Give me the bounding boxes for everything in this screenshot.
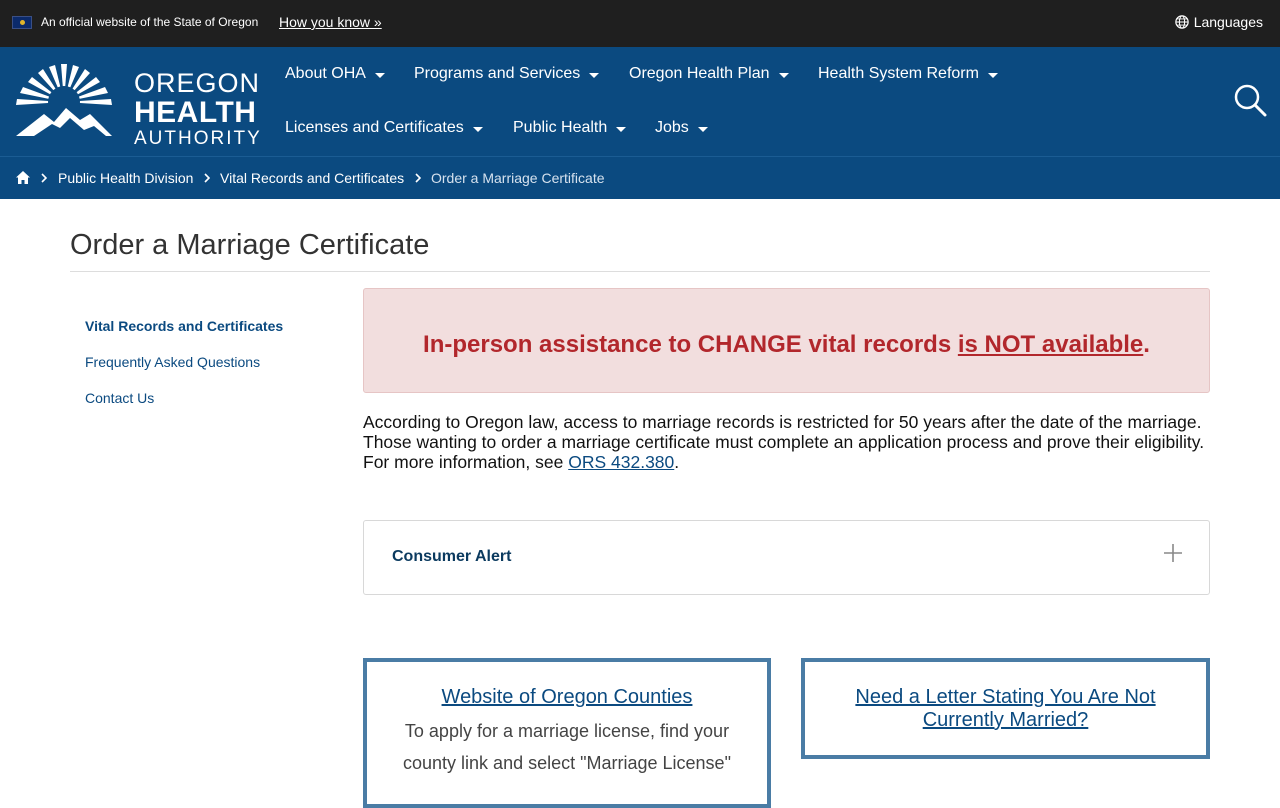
- nav-label: Programs and Services: [414, 65, 581, 82]
- consumer-alert-accordion[interactable]: Consumer Alert: [363, 520, 1210, 595]
- caret-down-icon: [616, 126, 627, 132]
- page-title: Order a Marriage Certificate: [70, 229, 430, 261]
- sidebar-item-faq[interactable]: Frequently Asked Questions: [85, 354, 260, 370]
- breadcrumb-public-health-division[interactable]: Public Health Division: [58, 170, 193, 186]
- chevron-right-icon: [415, 173, 421, 183]
- nav-label: Public Health: [513, 119, 608, 136]
- nav-label: Licenses and Certificates: [285, 119, 464, 136]
- nav-label: Oregon Health Plan: [629, 65, 770, 82]
- not-married-letter-card: Need a Letter Stating You Are Not Curren…: [801, 658, 1210, 759]
- oregon-flag-icon: [12, 16, 32, 29]
- intro-end: .: [674, 452, 680, 472]
- logo-line-health: HEALTH: [134, 96, 257, 129]
- site-header: OREGON HEALTH AUTHORITY About OHA Progra…: [0, 47, 1280, 156]
- title-divider: [70, 271, 1210, 272]
- not-married-letter-link[interactable]: Need a Letter Stating You Are Not Curren…: [805, 686, 1206, 732]
- search-icon[interactable]: [1233, 83, 1267, 117]
- intro-paragraph: According to Oregon law, access to marri…: [363, 412, 1210, 472]
- nav-label: Health System Reform: [818, 65, 979, 82]
- alert-text-end: .: [1143, 331, 1150, 358]
- alert-text-emphasis: is NOT available: [957, 331, 1144, 358]
- oha-logo[interactable]: OREGON HEALTH AUTHORITY: [14, 62, 260, 148]
- nav-health-system-reform[interactable]: Health System Reform: [818, 65, 998, 83]
- languages-label: Languages: [1193, 14, 1263, 30]
- nav-about-oha[interactable]: About OHA: [285, 65, 385, 83]
- nav-public-health[interactable]: Public Health: [513, 119, 627, 137]
- ors-link[interactable]: ORS 432.380: [568, 452, 674, 472]
- nav-licenses-and-certificates[interactable]: Licenses and Certificates: [285, 119, 483, 137]
- logo-line-authority: AUTHORITY: [134, 128, 262, 149]
- caret-down-icon: [589, 72, 600, 78]
- alert-banner: In-person assistance to CHANGE vital rec…: [363, 288, 1210, 393]
- oregon-counties-card: Website of Oregon Counties To apply for …: [363, 658, 771, 808]
- nav-label: About OHA: [285, 65, 366, 82]
- chevron-right-icon: [204, 173, 210, 183]
- nav-jobs[interactable]: Jobs: [655, 119, 708, 137]
- alert-message: In-person assistance to CHANGE vital rec…: [364, 331, 1209, 359]
- logo-line-oregon: OREGON: [134, 68, 261, 98]
- globe-icon: [1174, 15, 1189, 29]
- home-icon[interactable]: [15, 170, 31, 185]
- official-site-bar: An official website of the State of Oreg…: [0, 0, 1280, 47]
- breadcrumb: Public Health Division Vital Records and…: [0, 156, 1280, 199]
- caret-down-icon: [374, 72, 385, 78]
- alert-text-main: In-person assistance to CHANGE vital rec…: [423, 331, 958, 358]
- logo-wordmark: OREGON HEALTH AUTHORITY: [134, 68, 262, 149]
- breadcrumb-current: Order a Marriage Certificate: [431, 170, 605, 186]
- card-description: To apply for a marriage license, find yo…: [403, 721, 731, 773]
- plus-icon: [1164, 544, 1182, 562]
- nav-oregon-health-plan[interactable]: Oregon Health Plan: [629, 65, 789, 83]
- sidebar-item-vital-records[interactable]: Vital Records and Certificates: [85, 318, 283, 334]
- accordion-title: Consumer Alert: [392, 548, 512, 565]
- nav-programs-and-services[interactable]: Programs and Services: [414, 65, 600, 83]
- sidebar-item-contact-us[interactable]: Contact Us: [85, 390, 154, 406]
- languages-button[interactable]: Languages: [1174, 14, 1263, 30]
- caret-down-icon: [472, 126, 483, 132]
- caret-down-icon: [778, 72, 789, 78]
- caret-down-icon: [987, 72, 998, 78]
- caret-down-icon: [697, 126, 708, 132]
- sunburst-logo-icon: [16, 64, 112, 136]
- intro-text: According to Oregon law, access to marri…: [363, 412, 1205, 472]
- official-site-text: An official website of the State of Oreg…: [41, 15, 259, 29]
- nav-label: Jobs: [655, 119, 689, 136]
- oregon-counties-link[interactable]: Website of Oregon Counties: [367, 686, 767, 709]
- breadcrumb-vital-records[interactable]: Vital Records and Certificates: [220, 170, 404, 186]
- chevron-right-icon: [41, 173, 47, 183]
- how-you-know-link[interactable]: How you know »: [279, 14, 382, 30]
